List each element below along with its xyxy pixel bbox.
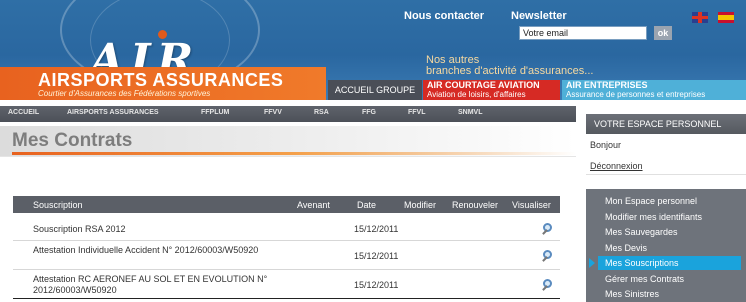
newsletter-label: Newsletter — [511, 10, 567, 22]
air-entreprises-link[interactable]: AIR ENTREPRISES Assurance de personnes e… — [562, 80, 746, 100]
table-row: Souscription RSA 2012 15/12/2011 — [13, 216, 560, 240]
site-header: AIR AIRSPORTS ASSURANCES Courtier d'Assu… — [0, 0, 746, 100]
souscription-cell: Attestation RC AERONEF AU SOL ET EN EVOL… — [33, 274, 268, 295]
magnifier-icon[interactable] — [541, 278, 555, 292]
other-branches-text: Nos autres branches d'activité d'assuran… — [426, 55, 593, 77]
sidebar-item-sauvegardes[interactable]: Mes Sauvegardes — [605, 227, 678, 237]
date-cell: 15/12/2011 — [354, 251, 399, 261]
nav-item-ffvv[interactable]: FFVV — [264, 109, 282, 116]
sidebar-divider — [586, 174, 746, 175]
sidebar-item-sinistres[interactable]: Mes Sinistres — [605, 289, 659, 299]
date-cell: 15/12/2011 — [354, 224, 399, 234]
page-title: Mes Contrats — [12, 130, 133, 151]
sidebar-item-souscriptions[interactable]: Mes Souscriptions — [605, 258, 679, 268]
nav-item-ffplum[interactable]: FFPLUM — [201, 109, 229, 116]
sidebar-item-modifier-identifiants[interactable]: Modifier mes identifiants — [605, 212, 702, 222]
magnifier-icon[interactable] — [541, 222, 555, 236]
sidebar-item-gerer-contrats[interactable]: Gérer mes Contrats — [605, 274, 684, 284]
column-header-renouveler: Renouveler — [452, 200, 499, 210]
main-nav: ACCUEIL AIRSPORTS ASSURANCES FFPLUM FFVV… — [0, 106, 576, 122]
table-row: Attestation RC AERONEF AU SOL ET EN EVOL… — [13, 270, 560, 298]
espace-personnel-header: VOTRE ESPACE PERSONNEL — [586, 114, 746, 134]
entreprises-title: AIR ENTREPRISES — [566, 80, 648, 90]
nous-contacter-link[interactable]: Nous contacter — [404, 10, 484, 22]
courtage-subtitle: Aviation de loisirs, d'affaires — [427, 90, 526, 99]
column-header-date: Date — [357, 200, 377, 210]
magnifier-icon[interactable] — [541, 249, 555, 263]
table-row: Attestation Individuelle Accident N° 201… — [13, 241, 560, 269]
date-cell: 15/12/2011 — [354, 280, 399, 290]
souscription-cell: Attestation Individuelle Accident N° 201… — [33, 245, 259, 255]
uk-flag-icon[interactable] — [692, 12, 708, 23]
newsletter-ok-button[interactable]: ok — [654, 26, 672, 40]
title-underline — [12, 152, 576, 155]
newsletter-email-input[interactable] — [519, 26, 647, 40]
air-courtage-aviation-link[interactable]: AIR COURTAGE AVIATION Aviation de loisir… — [423, 80, 560, 100]
nav-item-ffvl[interactable]: FFVL — [408, 109, 426, 116]
souscription-cell: Souscription RSA 2012 — [33, 224, 126, 234]
entreprises-subtitle: Assurance de personnes et entreprises — [566, 90, 706, 99]
brand-name[interactable]: AIRSPORTS ASSURANCES — [38, 70, 283, 91]
nav-item-ffg[interactable]: FFG — [362, 109, 376, 116]
spain-flag-icon[interactable] — [718, 12, 734, 23]
accueil-groupe-button[interactable]: ACCUEIL GROUPE — [328, 80, 422, 100]
brand-subtitle: Courtier d'Assurances des Fédérations sp… — [38, 89, 211, 98]
page: AIR AIRSPORTS ASSURANCES Courtier d'Assu… — [0, 0, 746, 302]
deconnexion-link[interactable]: Déconnexion — [590, 161, 643, 171]
greeting-text: Bonjour — [590, 140, 622, 150]
column-header-visualiser: Visualiser — [512, 200, 551, 210]
sidebar-item-mon-espace[interactable]: Mon Espace personnel — [605, 196, 697, 206]
other-branches-line2: branches d'activité d'assurances... — [426, 65, 594, 77]
column-header-modifier: Modifier — [404, 200, 437, 210]
nav-item-snmvl[interactable]: SNMVL — [458, 109, 483, 116]
column-header-souscription: Souscription — [33, 200, 83, 210]
contracts-table-header: Souscription Avenant Date Modifier Renou… — [13, 196, 560, 213]
courtage-title: AIR COURTAGE AVIATION — [427, 80, 540, 90]
nav-item-accueil[interactable]: ACCUEIL — [8, 109, 39, 116]
table-bottom-rule — [13, 298, 560, 299]
column-header-avenant: Avenant — [297, 200, 330, 210]
logo-dot — [158, 30, 167, 39]
nav-item-airsports-assurances[interactable]: AIRSPORTS ASSURANCES — [67, 109, 159, 116]
title-divider — [0, 156, 576, 157]
nav-item-rsa[interactable]: RSA — [314, 109, 329, 116]
sidebar-item-devis[interactable]: Mes Devis — [605, 243, 647, 253]
active-arrow-icon — [589, 258, 595, 268]
